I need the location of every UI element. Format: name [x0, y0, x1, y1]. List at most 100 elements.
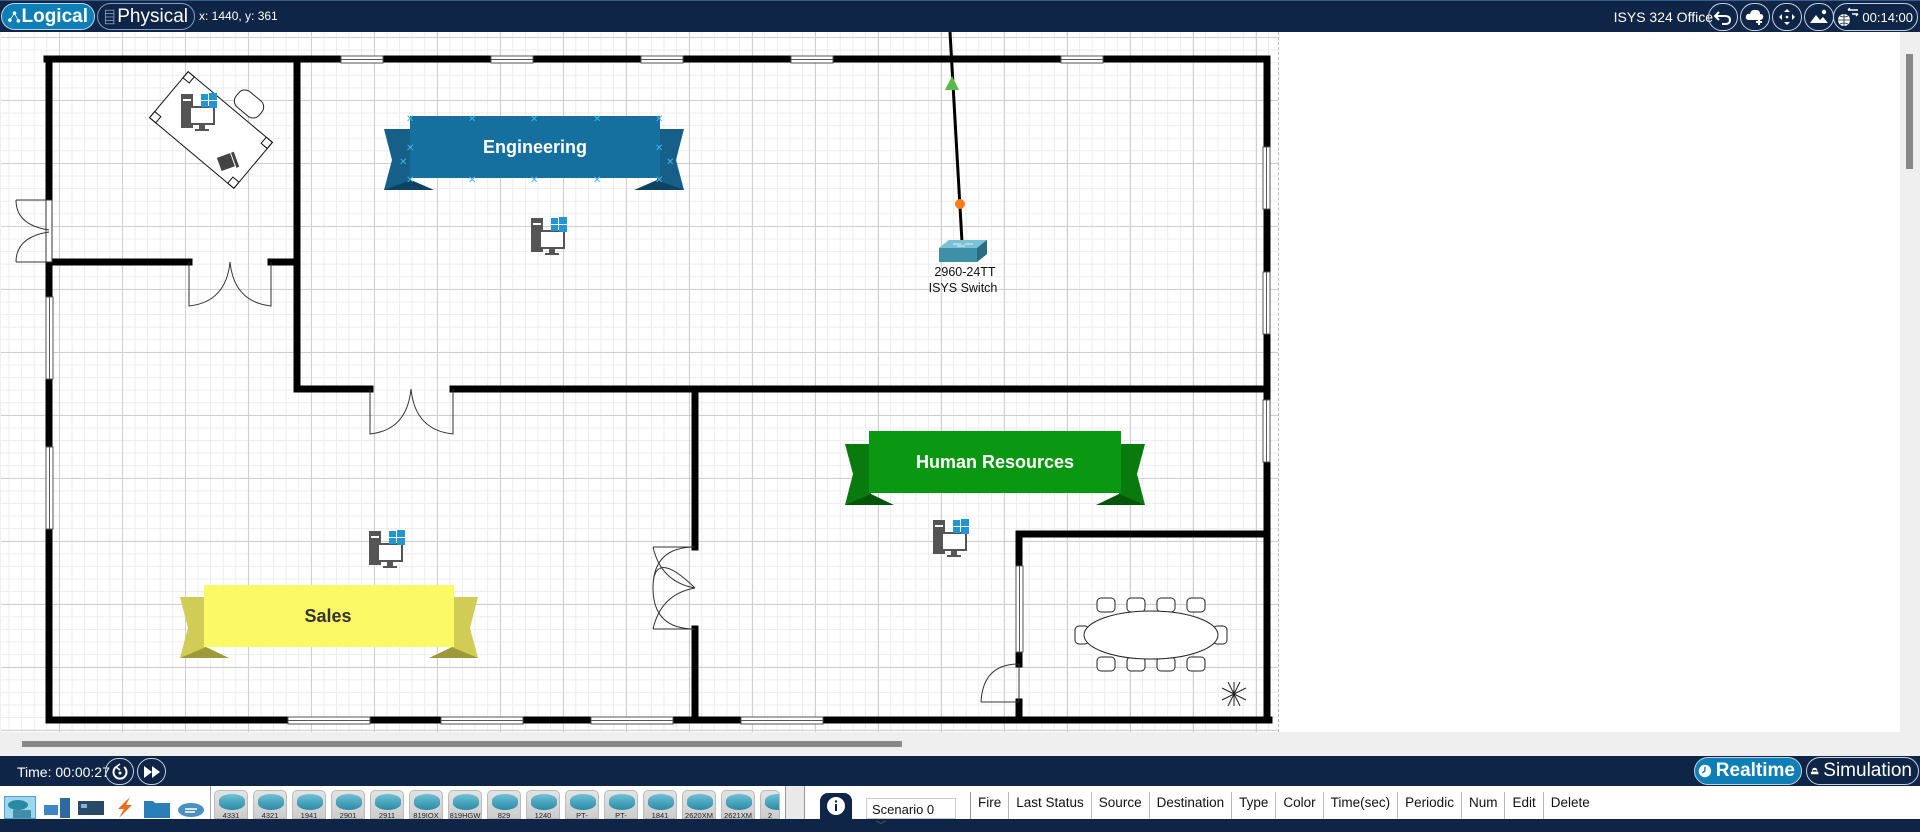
- svg-text:✕: ✕: [666, 157, 674, 168]
- svg-text:✕: ✕: [655, 175, 663, 186]
- category-network-devices[interactable]: [4, 796, 36, 819]
- new-cluster-button[interactable]: [1740, 3, 1770, 31]
- scenario-info-button[interactable]: [820, 793, 852, 819]
- elapsed-time: Time: 00:00:27: [17, 764, 110, 780]
- device-partial[interactable]: 2: [760, 790, 780, 819]
- device-819hgw[interactable]: 819HGW: [448, 790, 482, 819]
- horizontal-scrollbar[interactable]: [0, 732, 1900, 756]
- folder-icon: [144, 801, 170, 818]
- engineering-banner: Engineering ✕ ✕ ✕ ✕ ✕ ✕ ✕ ✕ ✕ ✕ ✕ ✕ ✕ ✕: [384, 114, 684, 190]
- device-2911[interactable]: 2911: [370, 790, 404, 819]
- realtime-label: Realtime: [1715, 760, 1795, 781]
- chevron-down-icon: ﹀: [876, 821, 886, 832]
- move-object-button[interactable]: [1772, 3, 1802, 31]
- switch-device: [939, 240, 987, 262]
- col-edit[interactable]: Edit: [1505, 792, 1544, 819]
- horizontal-scroll-thumb[interactable]: [22, 741, 902, 747]
- vertical-scroll-thumb[interactable]: [1906, 54, 1913, 169]
- col-delete[interactable]: Delete: [1544, 792, 1597, 819]
- power-cycle-button[interactable]: [105, 758, 134, 785]
- col-num[interactable]: Num: [1462, 792, 1506, 819]
- col-periodic[interactable]: Periodic: [1398, 792, 1462, 819]
- fast-forward-icon: [143, 765, 160, 778]
- engineering-label: Engineering: [483, 137, 587, 157]
- network-cable: [948, 32, 964, 243]
- device-819iox[interactable]: 819IOX: [409, 790, 443, 819]
- sales-label: Sales: [304, 606, 351, 626]
- device-pt-empty[interactable]: PT-Empty: [604, 790, 638, 819]
- category-miscellaneous[interactable]: [142, 796, 174, 819]
- device-list-scrollbar[interactable]: [785, 786, 805, 819]
- device-1941[interactable]: 1941: [292, 790, 326, 819]
- hr-pc-icon: [933, 519, 969, 557]
- simulation-mode-tab[interactable]: Simulation: [1806, 757, 1919, 785]
- reset-icon: [112, 762, 127, 780]
- office-desk: [148, 70, 274, 190]
- physical-label: Physical: [117, 5, 188, 27]
- physical-view-tab[interactable]: Physical: [97, 3, 195, 30]
- svg-text:✕: ✕: [468, 114, 476, 125]
- lightning-icon: [118, 797, 132, 818]
- sales-pc-icon: [369, 530, 405, 568]
- set-background-button[interactable]: [1804, 3, 1834, 31]
- col-time[interactable]: Time(sec): [1324, 792, 1399, 819]
- device-4331[interactable]: 4331: [214, 790, 248, 819]
- col-color[interactable]: Color: [1276, 792, 1324, 819]
- col-fire[interactable]: Fire: [971, 792, 1010, 819]
- col-type[interactable]: Type: [1232, 792, 1277, 819]
- components-icon: [78, 801, 104, 815]
- device-categories: [0, 786, 210, 819]
- scenario-select[interactable]: Scenario 0 ﹀: [866, 798, 956, 832]
- switch-model-label: 2960-24TT: [934, 265, 996, 279]
- hr-banner: Human Resources: [845, 431, 1145, 505]
- info-icon: [827, 797, 845, 815]
- hr-label: Human Resources: [916, 452, 1074, 472]
- svg-text:✕: ✕: [655, 114, 663, 125]
- device-1841[interactable]: 1841: [643, 790, 677, 819]
- logical-view-tab[interactable]: Logical: [1, 3, 95, 30]
- col-last-status[interactable]: Last Status: [1009, 792, 1092, 819]
- simulation-label: Simulation: [1823, 760, 1912, 781]
- device-list: 4331 4321 1941 2901 2911 819IOX 819HGW 8…: [210, 786, 785, 819]
- engineering-pc-icon: [531, 217, 567, 255]
- floorplan-canvas[interactable]: Engineering ✕ ✕ ✕ ✕ ✕ ✕ ✕ ✕ ✕ ✕ ✕ ✕ ✕ ✕ Human Reso…: [1, 32, 1901, 732]
- col-source[interactable]: Source: [1092, 792, 1150, 819]
- svg-text:✕: ✕: [406, 143, 414, 154]
- top-toolbar: Logical Physical x: 1440, y: 361 ISYS 32…: [0, 0, 1920, 32]
- device-2621xm[interactable]: 2621XM: [721, 790, 755, 819]
- device-2901[interactable]: 2901: [331, 790, 365, 819]
- device-bar: 4331 4321 1941 2901 2911 819IOX 819HGW 8…: [0, 786, 1920, 832]
- category-connections[interactable]: [110, 796, 142, 819]
- scenario-value: Scenario 0: [872, 802, 935, 817]
- plant-icon: [1221, 681, 1247, 707]
- category-end-devices[interactable]: [42, 796, 74, 819]
- fast-forward-button[interactable]: [137, 758, 166, 785]
- device-829[interactable]: 829: [487, 790, 521, 819]
- link-up-indicator: [945, 76, 959, 90]
- realtime-mode-tab[interactable]: Realtime: [1694, 757, 1802, 785]
- svg-text:✕: ✕: [468, 175, 476, 186]
- vertical-scrollbar[interactable]: [1900, 32, 1920, 732]
- network-devices-icon: [8, 800, 31, 818]
- device-pt-router[interactable]: PT-Router: [565, 790, 599, 819]
- viewport-clock-button[interactable]: 00:14:00: [1833, 3, 1918, 31]
- cloud-plus-icon: [1745, 9, 1764, 25]
- device-4321[interactable]: 4321: [253, 790, 287, 819]
- category-multiuser[interactable]: [176, 796, 208, 819]
- col-destination[interactable]: Destination: [1150, 792, 1233, 819]
- mountain-image-icon: [1810, 9, 1828, 23]
- link-pending-indicator: [955, 199, 965, 209]
- category-components[interactable]: [76, 796, 108, 819]
- physical-rack-icon: [104, 9, 115, 24]
- conference-table: [1074, 597, 1228, 672]
- device-1240[interactable]: 1240: [526, 790, 560, 819]
- clock-icon: [1698, 764, 1712, 778]
- device-2620xm[interactable]: 2620XM: [682, 790, 716, 819]
- back-arrow-icon: [1714, 11, 1732, 25]
- svg-text:✕: ✕: [530, 175, 538, 186]
- simulation-clock: 00:14:00: [1862, 9, 1913, 25]
- time-bar: Time: 00:00:27 Realtime Simulation: [0, 756, 1920, 786]
- globe-arrows-icon: [1838, 7, 1859, 26]
- svg-text:✕: ✕: [406, 114, 414, 125]
- back-button[interactable]: [1708, 3, 1738, 31]
